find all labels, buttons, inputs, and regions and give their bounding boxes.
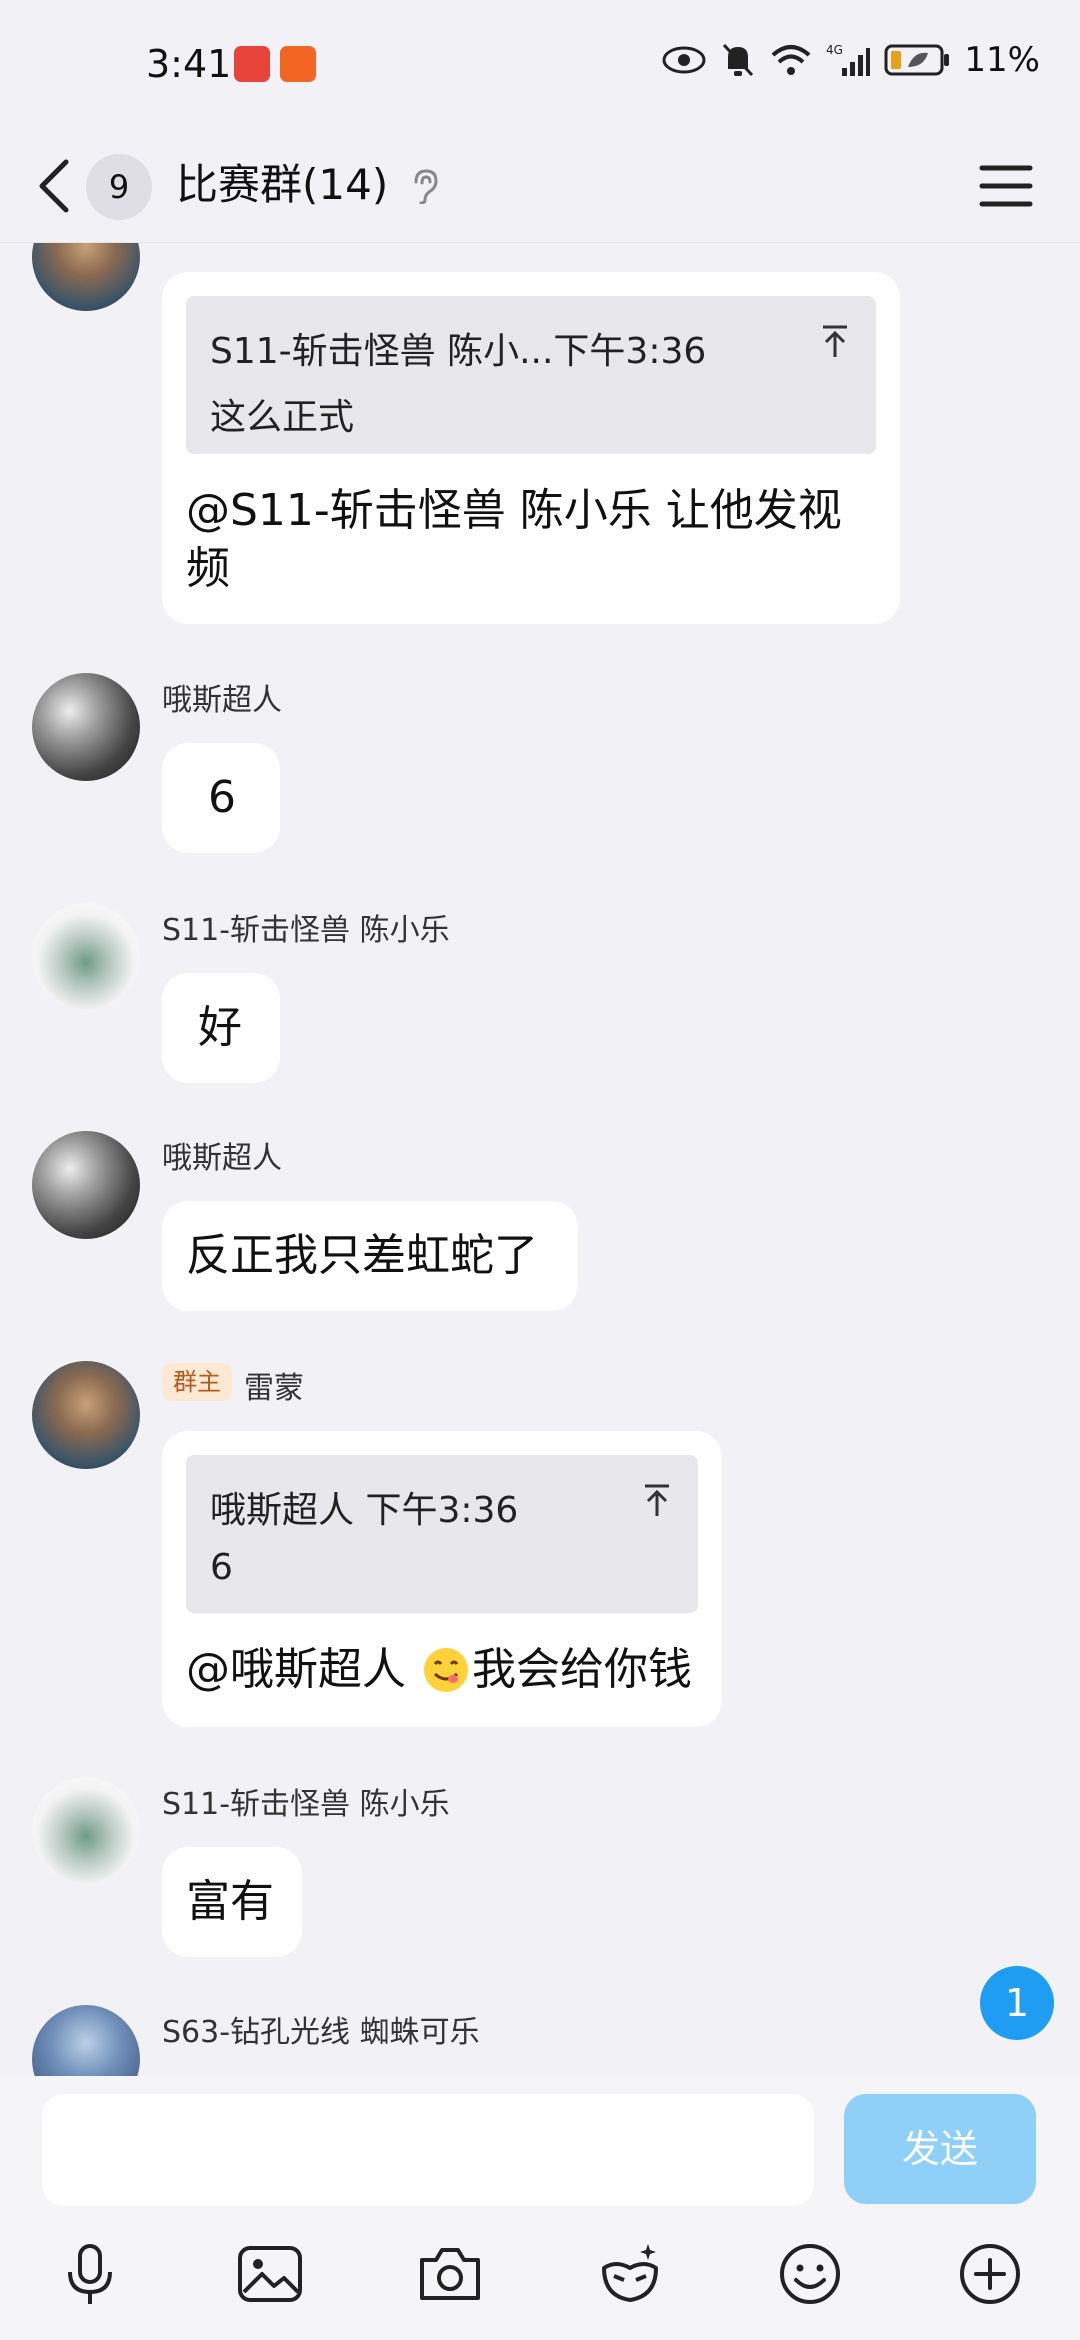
message-text: @S11-斩击怪兽 陈小乐 让他发视 xyxy=(186,485,842,536)
sticker-icon[interactable] xyxy=(594,2238,666,2310)
send-button[interactable]: 发送 xyxy=(844,2094,1036,2204)
message-bubble[interactable]: 好 xyxy=(162,973,280,1083)
chat-header: 9 比赛群(14) xyxy=(0,130,1080,243)
quoted-message[interactable]: S11-斩击怪兽 陈小...下午3:36 这么正式 xyxy=(186,296,876,454)
message-input[interactable] xyxy=(42,2094,814,2206)
new-message-badge[interactable]: 1 xyxy=(980,1966,1054,2040)
message-text: 富有 xyxy=(186,1876,274,1927)
plus-icon[interactable] xyxy=(954,2238,1026,2310)
image-icon[interactable] xyxy=(234,2238,306,2310)
signal-icon: 4G xyxy=(826,43,871,76)
quote-text: 6 xyxy=(210,1547,233,1588)
ear-icon[interactable] xyxy=(410,168,440,204)
huawei-app-icon xyxy=(234,46,270,82)
sender-name: 哦斯超人 xyxy=(162,683,282,718)
avatar-leimeng[interactable] xyxy=(32,243,140,311)
mention-text: @哦斯超人 xyxy=(186,1644,420,1695)
battery-icon xyxy=(884,44,950,76)
jump-to-original-icon[interactable] xyxy=(820,324,850,358)
chat-area: S11-斩击怪兽 陈小...下午3:36 这么正式 @S11-斩击怪兽 陈小乐 … xyxy=(0,243,1080,2076)
message-text-line2: 频 xyxy=(186,543,230,594)
avatar-chenxiaole[interactable] xyxy=(32,1777,140,1885)
back-button[interactable] xyxy=(30,154,80,218)
unread-count-badge[interactable]: 9 xyxy=(86,154,152,220)
message-bubble[interactable]: S11-斩击怪兽 陈小...下午3:36 这么正式 @S11-斩击怪兽 陈小乐 … xyxy=(162,272,900,624)
group-owner-badge: 群主 xyxy=(162,1363,232,1401)
sender-name: S11-斩击怪兽 陈小乐 xyxy=(162,913,450,948)
sender-name: S11-斩击怪兽 陈小乐 xyxy=(162,1787,450,1822)
system-icons: 4G 11% xyxy=(662,40,1040,80)
quote-text: 这么正式 xyxy=(210,397,355,438)
svg-text:4G: 4G xyxy=(826,43,843,57)
avatar-leimeng[interactable] xyxy=(32,1361,140,1469)
quote-sender-time: S11-斩击怪兽 陈小...下午3:36 xyxy=(210,331,707,372)
menu-button[interactable] xyxy=(974,154,1038,218)
message-bubble[interactable]: 6 xyxy=(162,743,280,853)
sender-name: S63-钻孔光线 蜘蛛可乐 xyxy=(162,2015,480,2050)
avatar-oschaoren[interactable] xyxy=(32,1131,140,1239)
message-bubble[interactable]: 富有 xyxy=(162,1847,302,1957)
input-area: 发送 xyxy=(0,2076,1080,2340)
quoted-message[interactable]: 哦斯超人 下午3:36 6 xyxy=(186,1455,698,1613)
message-text-rest: 我会给你钱 xyxy=(472,1644,692,1695)
message-bubble[interactable]: 哦斯超人 下午3:36 6 @哦斯超人 我会给你钱 xyxy=(162,1431,722,1727)
mic-icon[interactable] xyxy=(54,2238,126,2310)
message-text: 好 xyxy=(198,1002,242,1053)
jump-to-original-icon[interactable] xyxy=(642,1483,672,1517)
eye-icon xyxy=(662,46,706,74)
status-bar: 3:41 4G 11% xyxy=(0,0,1080,130)
message-text: 6 xyxy=(208,772,236,823)
yum-emoji-icon xyxy=(424,1648,468,1692)
wifi-icon xyxy=(772,45,811,75)
avatar-zhizhukele[interactable] xyxy=(32,2005,140,2076)
camera-icon[interactable] xyxy=(414,2238,486,2310)
battery-percent: 11% xyxy=(964,40,1040,80)
message-text: @哦斯超人 我会给你钱 xyxy=(186,1641,692,1699)
avatar-oschaoren[interactable] xyxy=(32,673,140,781)
message-bubble[interactable]: 反正我只差虹蛇了 xyxy=(162,1201,578,1311)
quote-sender-time: 哦斯超人 下午3:36 xyxy=(210,1490,519,1531)
avatar-chenxiaole[interactable] xyxy=(32,903,140,1011)
group-title[interactable]: 比赛群(14) xyxy=(176,152,388,218)
emoji-icon[interactable] xyxy=(774,2238,846,2310)
kuaishou-app-icon xyxy=(280,46,316,82)
message-text: 反正我只差虹蛇了 xyxy=(186,1230,538,1281)
sender-name: 雷蒙 xyxy=(244,1371,304,1406)
sender-name: 哦斯超人 xyxy=(162,1141,282,1176)
clock: 3:41 xyxy=(146,42,232,86)
mute-bell-icon xyxy=(723,43,754,77)
